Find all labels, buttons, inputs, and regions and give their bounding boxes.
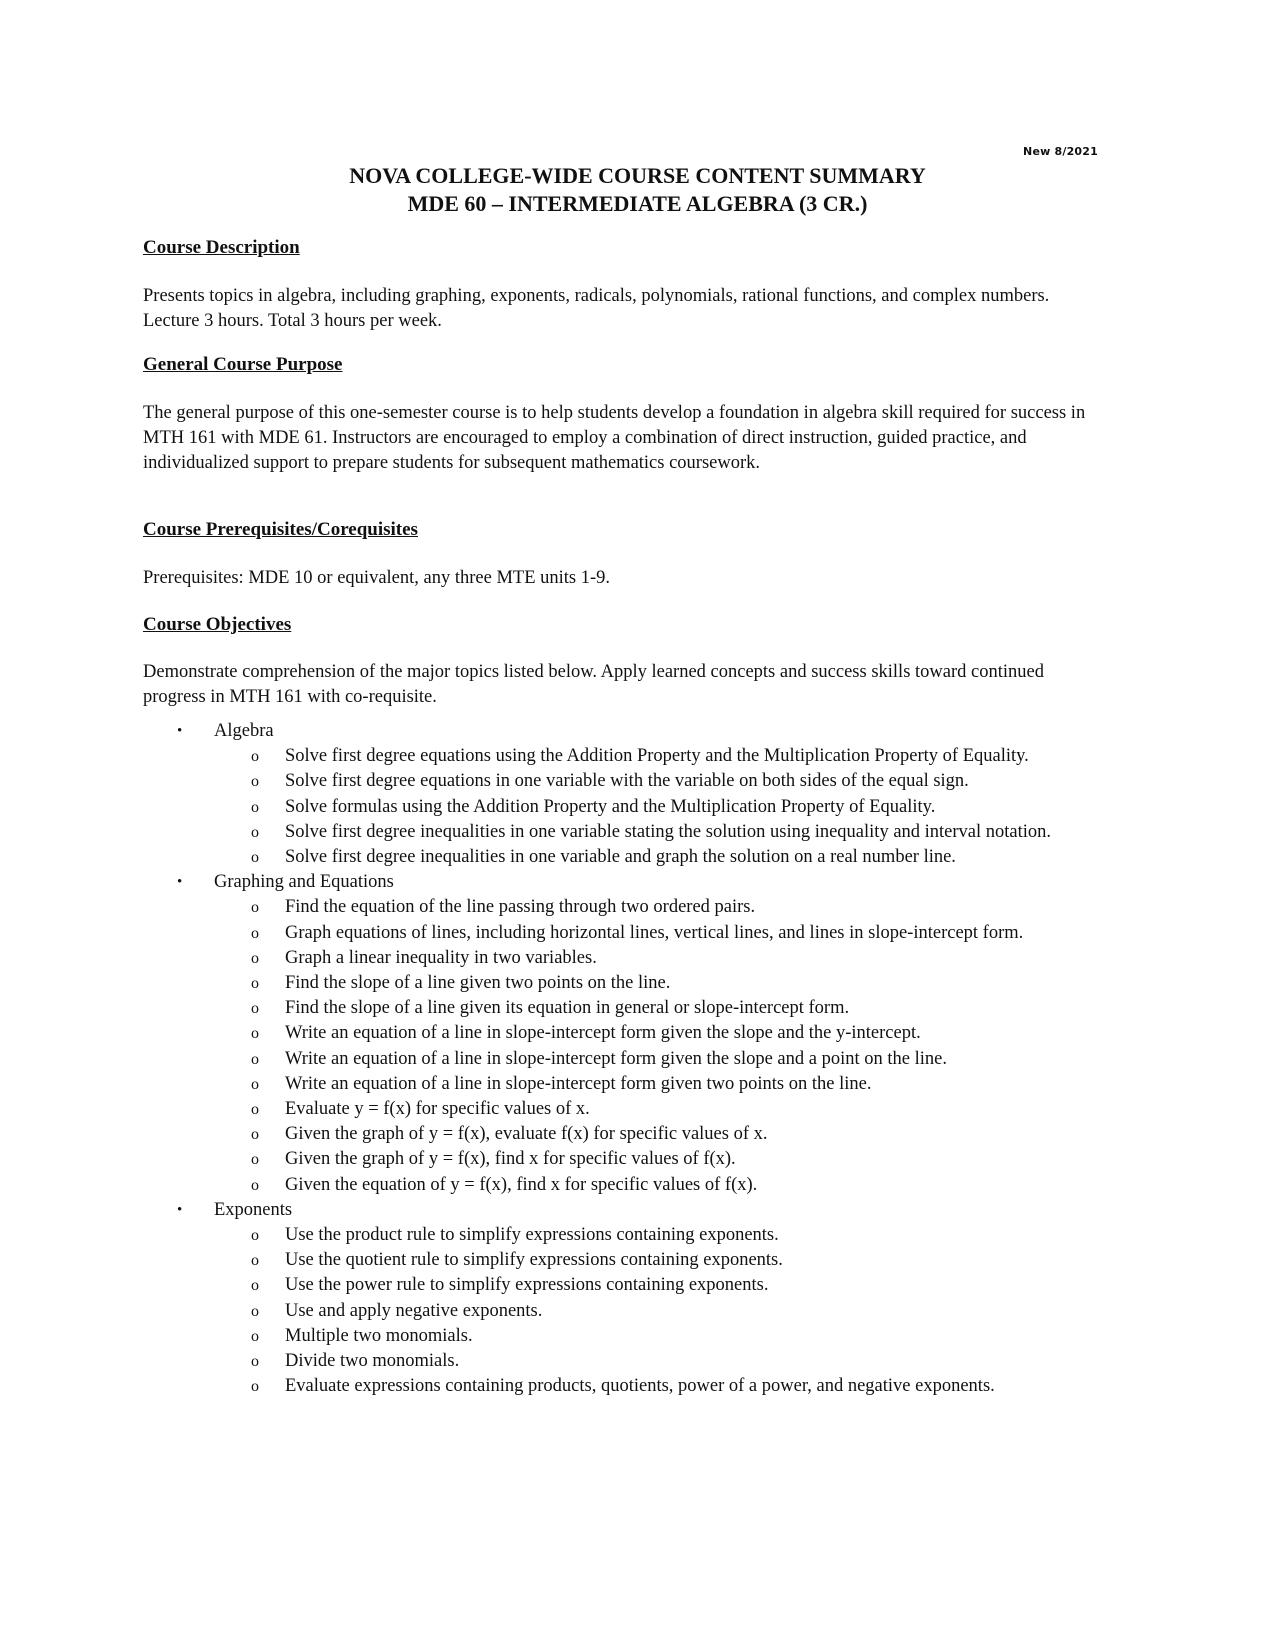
objectives-text: Demonstrate comprehension of the major t… xyxy=(143,662,1044,707)
subtopic-text: Write an equation of a line in slope-int… xyxy=(285,1023,921,1044)
subtopic-text: Given the graph of y = f(x), evaluate f(… xyxy=(285,1124,768,1145)
circle-bullet-icon: o xyxy=(251,1025,259,1043)
topic-item: • Algebra xyxy=(143,719,1113,744)
subtopic-text: Graph equations of lines, including hori… xyxy=(285,922,1024,943)
circle-bullet-icon: o xyxy=(251,798,259,816)
subtopic-item: o Solve first degree equations using the … xyxy=(143,744,1113,769)
subtopic-text: Divide two monomials. xyxy=(285,1351,460,1372)
subtopic-item: o Use the power rule to simplify expressi… xyxy=(143,1273,1113,1298)
circle-bullet-icon: o xyxy=(251,823,259,841)
subtopic-text: Solve first degree equations in one vari… xyxy=(285,771,969,792)
prerequisites-text: Prerequisites: MDE 10 or equivalent, any… xyxy=(143,568,611,588)
circle-bullet-icon: o xyxy=(251,849,259,867)
subtopic-item: o Solve first degree inequalities in one … xyxy=(143,845,1113,870)
subtopic-text: Write an equation of a line in slope-int… xyxy=(285,1048,947,1069)
subtopic-item: o Solve first degree equations in one var… xyxy=(143,769,1113,794)
circle-bullet-icon: o xyxy=(251,1075,259,1093)
circle-bullet-icon: o xyxy=(251,1176,259,1194)
circle-bullet-icon: o xyxy=(251,1277,259,1295)
topic-label: Algebra xyxy=(214,721,274,741)
subtopic-list: o Use the product rule to simplify expres… xyxy=(143,1223,1113,1399)
subtopic-text: Use the product rule to simplify express… xyxy=(285,1225,779,1246)
objectives-list: • Algebra o Solve first degree equations us… xyxy=(143,719,1113,1399)
subtopic-text: Multiple two monomials. xyxy=(285,1325,473,1346)
subtopic-item: o Evaluate y = f(x) for specific values o… xyxy=(143,1097,1113,1122)
circle-bullet-icon: o xyxy=(251,1353,259,1371)
circle-bullet-icon: o xyxy=(251,748,259,766)
circle-bullet-icon: o xyxy=(251,899,259,917)
subtopic-text: Solve formulas using the Addition Proper… xyxy=(285,796,936,817)
prerequisites-heading: Course Prerequisites/Corequisites xyxy=(143,519,418,540)
subtopic-text: Graph a linear inequality in two variabl… xyxy=(285,947,597,968)
circle-bullet-icon: o xyxy=(251,1302,259,1320)
subtopic-item: o Solve first degree inequalities in one … xyxy=(143,820,1113,845)
subtopic-item: o Given the equation of y = f(x), find x … xyxy=(143,1173,1113,1198)
subtopic-item: o Solve formulas using the Addition Prope… xyxy=(143,795,1113,820)
course-description-heading: Course Description xyxy=(143,237,300,258)
bullet-icon: • xyxy=(177,723,183,739)
subtopic-item: o Multiple two monomials. xyxy=(143,1324,1113,1349)
subtopic-item: o Find the slope of a line given two poin… xyxy=(143,971,1113,996)
general-purpose-text: The general purpose of this one-semester… xyxy=(143,403,1086,473)
general-purpose-heading: General Course Purpose xyxy=(143,354,343,375)
subtopic-text: Given the equation of y = f(x), find x f… xyxy=(285,1174,758,1195)
course-title: MDE 60 – INTERMEDIATE ALGEBRA (3 CR.) xyxy=(407,191,868,216)
subtopic-item: o Use and apply negative exponents. xyxy=(143,1299,1113,1324)
circle-bullet-icon: o xyxy=(251,773,259,791)
document-page: New 8/2021 NOVA COLLEGE-WIDE COURSE CONT… xyxy=(0,0,1275,1650)
circle-bullet-icon: o xyxy=(251,1101,259,1119)
circle-bullet-icon: o xyxy=(251,1050,259,1068)
circle-bullet-icon: o xyxy=(251,949,259,967)
subtopic-item: o Find the slope of a line given its equa… xyxy=(143,996,1113,1021)
circle-bullet-icon: o xyxy=(251,1126,259,1144)
circle-bullet-icon: o xyxy=(251,924,259,942)
subtopic-item: o Use the quotient rule to simplify expre… xyxy=(143,1248,1113,1273)
subtopic-text: Given the graph of y = f(x), find x for … xyxy=(285,1149,736,1170)
bullet-icon: • xyxy=(177,1201,183,1218)
subtopic-text: Use the quotient rule to simplify expres… xyxy=(285,1250,783,1271)
subtopic-text: Solve first degree equations using the A… xyxy=(285,746,1029,767)
circle-bullet-icon: o xyxy=(251,1151,259,1169)
topic-label: Exponents xyxy=(214,1199,293,1220)
subtopic-item: o Evaluate expressions containing product… xyxy=(143,1374,1113,1399)
subtopic-item: o Write an equation of a line in slope-in… xyxy=(143,1047,1113,1072)
subtopic-item: o Find the equation of the line passing t… xyxy=(143,895,1113,920)
subtopic-text: Solve first degree inequalities in one v… xyxy=(285,847,956,868)
subtopic-item: o Write an equation of a line in slope-in… xyxy=(143,1072,1113,1097)
circle-bullet-icon: o xyxy=(251,1252,259,1270)
subtopic-text: Evaluate expressions containing products… xyxy=(285,1376,995,1397)
subtopic-item: o Divide two monomials. xyxy=(143,1349,1113,1374)
circle-bullet-icon: o xyxy=(251,1227,259,1245)
subtopic-item: o Use the product rule to simplify expres… xyxy=(143,1223,1113,1248)
subtopic-item: o Graph equations of lines, including hor… xyxy=(143,921,1113,946)
document-title: NOVA COLLEGE-WIDE COURSE CONTENT SUMMARY xyxy=(349,163,926,188)
circle-bullet-icon: o xyxy=(251,975,259,993)
subtopic-text: Find the equation of the line passing th… xyxy=(285,897,756,918)
course-description-text: Presents topics in algebra, including gr… xyxy=(143,286,1050,331)
topic-item: • Exponents xyxy=(143,1198,1113,1223)
objectives-heading: Course Objectives xyxy=(143,614,292,635)
bullet-icon: • xyxy=(177,874,183,891)
subtopic-item: o Given the graph of y = f(x), find x for… xyxy=(143,1147,1113,1172)
subtopic-text: Use the power rule to simplify expressio… xyxy=(285,1275,769,1296)
circle-bullet-icon: o xyxy=(251,1327,259,1345)
subtopic-text: Write an equation of a line in slope-int… xyxy=(285,1073,872,1094)
subtopic-text: Evaluate y = f(x) for specific values of… xyxy=(285,1099,590,1120)
subtopic-text: Find the slope of a line given its equat… xyxy=(285,998,850,1019)
subtopic-list: o Solve first degree equations using the … xyxy=(143,744,1113,870)
circle-bullet-icon: o xyxy=(251,1000,259,1018)
subtopic-text: Find the slope of a line given two point… xyxy=(285,973,671,994)
topic-label: Graphing and Equations xyxy=(214,872,394,893)
subtopic-item: o Graph a linear inequality in two variab… xyxy=(143,946,1113,971)
revision-stamp: New 8/2021 xyxy=(1023,145,1098,158)
circle-bullet-icon: o xyxy=(251,1378,259,1396)
topic-item: • Graphing and Equations xyxy=(143,870,1113,895)
subtopic-item: o Write an equation of a line in slope-in… xyxy=(143,1021,1113,1046)
subtopic-list: o Find the equation of the line passing t… xyxy=(143,895,1113,1197)
subtopic-text: Solve first degree inequalities in one v… xyxy=(285,821,1052,842)
subtopic-text: Use and apply negative exponents. xyxy=(285,1300,543,1321)
subtopic-item: o Given the graph of y = f(x), evaluate f… xyxy=(143,1122,1113,1147)
